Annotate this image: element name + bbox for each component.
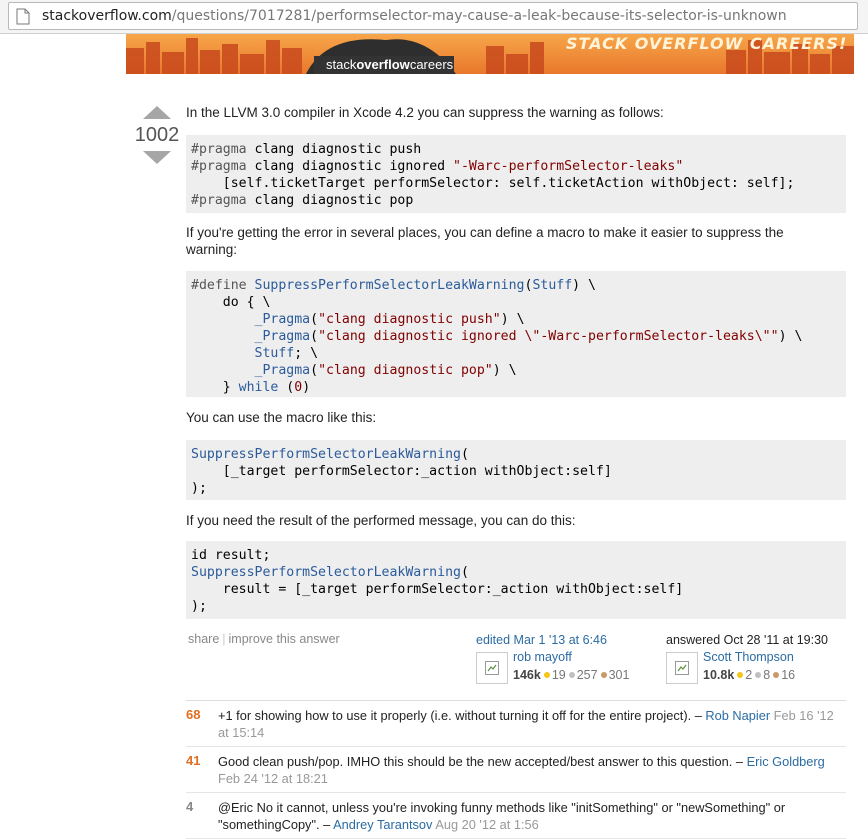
broken-image-icon — [485, 661, 499, 675]
silver-badge-icon — [568, 672, 575, 679]
author-user-link[interactable]: Scott Thompson — [703, 650, 794, 664]
answered-signature: answered Oct 28 '11 at 19:30 Scott Thomp… — [666, 632, 846, 688]
code-line: SuppressPerformSelectorLeakWarning( — [191, 447, 469, 462]
comment-score: 4 — [186, 799, 194, 814]
logo-suffix: careers — [409, 57, 454, 72]
answer-paragraph: If you need the result of the performed … — [186, 513, 576, 528]
url-path: /questions/7017281/performselector-may-c… — [171, 8, 787, 24]
improve-answer-link[interactable]: improve this answer — [229, 632, 340, 646]
reputation-score: 10.8k — [703, 668, 735, 682]
answer-paragraph: In the LLVM 3.0 compiler in Xcode 4.2 yo… — [186, 105, 664, 120]
comment-date[interactable]: Aug 20 '12 at 1:56 — [435, 817, 538, 832]
share-link[interactable]: share — [188, 632, 219, 646]
code-line: id result; — [191, 548, 271, 563]
avatar[interactable] — [666, 652, 698, 684]
code-block: id result; SuppressPerformSelectorLeakWar… — [186, 541, 846, 619]
bronze-badge-count: 16 — [781, 668, 796, 682]
bronze-badge-icon — [600, 672, 607, 679]
code-line: #pragma clang diagnostic ignored "-Warc-… — [191, 159, 684, 174]
gold-badge-count: 2 — [745, 668, 753, 682]
gold-badge-icon — [543, 672, 550, 679]
comment: 4 @Eric No it cannot, unless you're invo… — [186, 793, 846, 839]
silver-badge-count: 257 — [576, 668, 598, 682]
comment-date[interactable]: Feb 24 '12 at 18:21 — [218, 771, 328, 786]
logo-prefix: stack — [326, 57, 357, 72]
code-line: do { \ — [191, 295, 271, 310]
bronze-badge-icon — [773, 672, 780, 679]
editor-user-link[interactable]: rob mayoff — [513, 650, 572, 664]
vote-cell: 1002 — [132, 106, 182, 164]
careers-banner[interactable]: stackoverflowcareers STACK OVERFLOW CARE… — [126, 34, 854, 74]
code-line: _Pragma("clang diagnostic ignored \"-War… — [254, 329, 803, 344]
reputation-score: 146k — [513, 668, 541, 682]
comment-user-link[interactable]: Andrey Tarantsov — [333, 817, 432, 832]
comment-body: +1 for showing how to use it properly (i… — [218, 708, 702, 723]
menu-separator: | — [222, 632, 226, 646]
comment: 68 +1 for showing how to use it properly… — [186, 701, 846, 747]
answered-time: answered Oct 28 '11 at 19:30 — [666, 633, 828, 647]
comment-user-link[interactable]: Rob Napier — [705, 708, 770, 723]
answer-paragraph: If you're getting the error in several p… — [186, 225, 784, 257]
comment-body: Good clean push/pop. IMHO this should be… — [218, 754, 743, 769]
code-line: } while (0) — [191, 380, 311, 395]
code-line: ); — [191, 481, 207, 496]
logo-bold: overflow — [356, 57, 410, 72]
browser-address-bar: stackoverflow.com/questions/7017281/perf… — [0, 0, 868, 34]
answer-paragraph: You can use the macro like this: — [186, 410, 377, 425]
edited-signature: edited Mar 1 '13 at 6:46 rob mayoff 146k… — [476, 632, 656, 688]
code-line: Stuff; \ — [254, 346, 319, 361]
silver-badge-count: 8 — [763, 668, 771, 682]
code-block: #pragma clang diagnostic push #pragma cla… — [186, 135, 846, 213]
comment-text: @Eric No it cannot, unless you're invoki… — [218, 793, 846, 838]
comment-score: 68 — [186, 707, 201, 722]
code-line: #define SuppressPerformSelectorLeakWarni… — [191, 278, 596, 293]
comment-score: 41 — [186, 753, 201, 768]
careers-logo: stackoverflowcareers — [326, 57, 453, 72]
post-menu: share | improve this answer — [188, 632, 340, 646]
comment-text: Good clean push/pop. IMHO this should be… — [218, 747, 846, 792]
code-line: _Pragma("clang diagnostic push") \ — [254, 312, 525, 327]
comments-list: 68 +1 for showing how to use it properly… — [186, 700, 846, 839]
code-line: _Pragma("clang diagnostic pop") \ — [254, 363, 517, 378]
comment: 41 Good clean push/pop. IMHO this should… — [186, 747, 846, 793]
comment-user-link[interactable]: Eric Goldberg — [747, 754, 825, 769]
downvote-arrow-icon[interactable] — [143, 151, 171, 164]
code-line: result = [_target performSelector:_actio… — [191, 582, 684, 597]
gold-badge-count: 19 — [551, 668, 566, 682]
silver-badge-icon — [755, 672, 762, 679]
banner-tagline: STACK OVERFLOW CAREERS! — [566, 34, 848, 53]
author-reputation: 10.8k 2 8 16 — [703, 668, 795, 682]
code-line: [self.ticketTarget performSelector: self… — [191, 176, 795, 191]
code-line: #pragma clang diagnostic pop — [191, 193, 414, 208]
code-line: [_target performSelector:_action withObj… — [191, 464, 612, 479]
code-line: SuppressPerformSelectorLeakWarning( — [191, 565, 469, 580]
edited-link[interactable]: edited Mar 1 '13 at 6:46 — [476, 633, 607, 647]
code-line: #pragma clang diagnostic push — [191, 142, 422, 157]
avatar[interactable] — [476, 652, 508, 684]
editor-reputation: 146k 19 257 301 — [513, 668, 629, 682]
code-block: SuppressPerformSelectorLeakWarning( [_ta… — [186, 440, 846, 500]
bronze-badge-count: 301 — [608, 668, 630, 682]
vote-count: 1002 — [134, 124, 180, 146]
code-block: #define SuppressPerformSelectorLeakWarni… — [186, 271, 846, 397]
comment-text: +1 for showing how to use it properly (i… — [218, 701, 846, 746]
gold-badge-icon — [737, 672, 744, 679]
url-field[interactable]: stackoverflow.com/questions/7017281/perf… — [8, 2, 858, 30]
page-icon — [16, 8, 30, 25]
broken-image-icon — [675, 661, 689, 675]
url-text[interactable]: stackoverflow.com/questions/7017281/perf… — [42, 8, 787, 24]
url-host: stackoverflow.com — [42, 8, 172, 24]
code-line: ); — [191, 599, 207, 614]
upvote-arrow-icon[interactable] — [143, 106, 171, 119]
